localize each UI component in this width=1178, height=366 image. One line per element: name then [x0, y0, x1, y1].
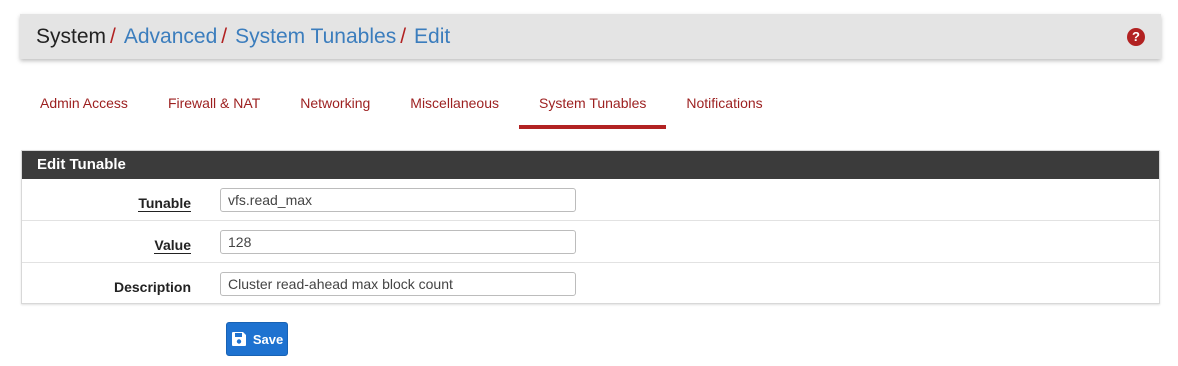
tab-system-tunables[interactable]: System Tunables: [519, 83, 667, 129]
value-label-text: Value: [154, 236, 191, 254]
tab-miscellaneous[interactable]: Miscellaneous: [390, 83, 519, 129]
form-row-description: Description: [22, 263, 1159, 305]
save-button-label: Save: [252, 331, 284, 347]
breadcrumb: System / Advanced / System Tunables / Ed…: [20, 14, 1161, 59]
tab-admin-access[interactable]: Admin Access: [20, 83, 148, 129]
description-label: Description: [113, 279, 191, 295]
tunable-input[interactable]: [220, 187, 576, 212]
description-input[interactable]: [220, 272, 576, 296]
question-circle-icon[interactable]: ?: [1127, 28, 1145, 46]
tab-notifications[interactable]: Notifications: [666, 83, 782, 129]
breadcrumb-edit-link[interactable]: Edit: [414, 14, 450, 59]
breadcrumb-system-tunables-link[interactable]: System Tunables: [235, 14, 396, 59]
form-row-tunable: Tunable: [22, 179, 1159, 221]
panel-heading: Edit Tunable: [22, 151, 1159, 179]
tab-firewall-nat[interactable]: Firewall & NAT: [148, 83, 280, 129]
tunable-label-text: Tunable: [138, 194, 191, 212]
tab-networking[interactable]: Networking: [280, 83, 390, 129]
breadcrumb-advanced-link[interactable]: Advanced: [124, 14, 217, 59]
value-label: Value: [22, 231, 191, 254]
value-input[interactable]: [220, 229, 576, 254]
save-button[interactable]: Save: [226, 322, 288, 356]
breadcrumb-separator: /: [110, 24, 116, 48]
breadcrumb-separator: /: [400, 24, 407, 48]
breadcrumb-system: System: [36, 25, 107, 48]
form-row-value: Value: [22, 221, 1159, 263]
floppy-disk-icon: [231, 332, 246, 346]
tab-bar: Admin Access Firewall & NAT Networking M…: [20, 83, 783, 129]
breadcrumb-separator: /: [221, 24, 228, 48]
tunable-label: Tunable: [22, 189, 191, 212]
edit-tunable-panel: Edit Tunable Tunable Value Description: [21, 150, 1160, 304]
